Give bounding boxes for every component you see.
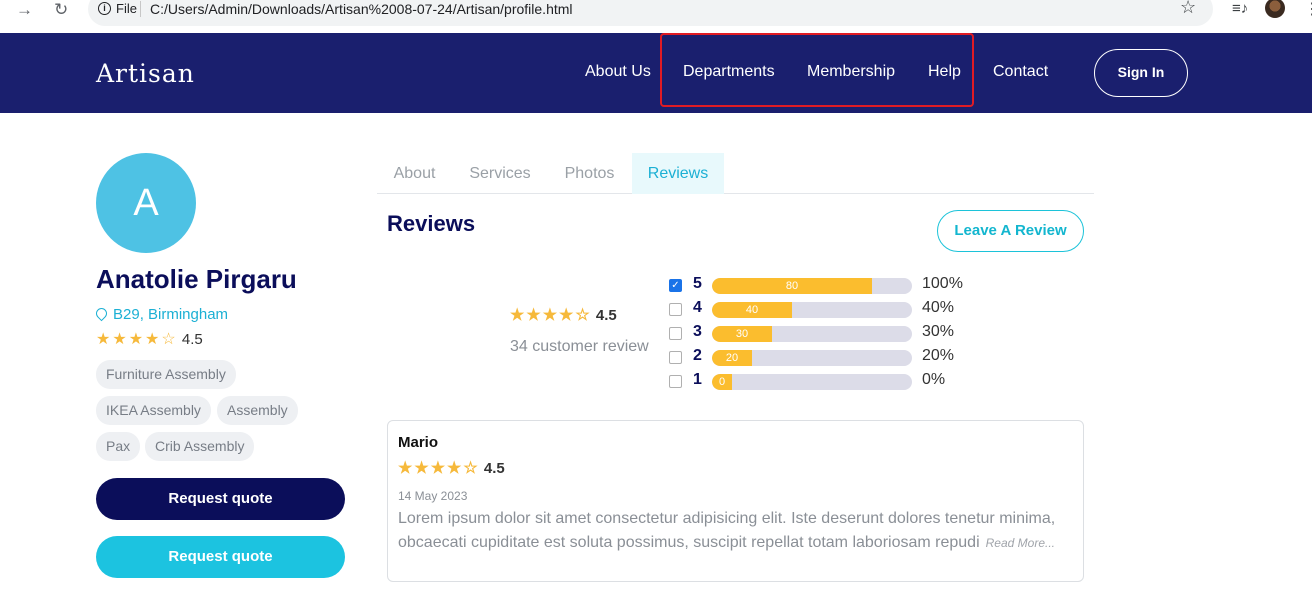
address-separator [140, 1, 141, 17]
skill-tag[interactable]: Assembly [217, 396, 298, 425]
rating-star-level: 3 [693, 323, 702, 340]
profile-rating: ★★★★☆ 4.5 [96, 329, 203, 349]
rating-filter-checkbox[interactable]: ✓ [669, 279, 682, 292]
tab-reviews[interactable]: Reviews [632, 153, 724, 194]
profile-location: B29, Birmingham [93, 305, 229, 323]
rating-bar-fill: 0 [712, 374, 732, 390]
average-rating: ★★★★☆ 4.5 [510, 305, 617, 325]
profile-rating-value: 4.5 [181, 331, 203, 348]
rating-bar-fill: 20 [712, 350, 752, 366]
reload-icon[interactable]: ↻ [54, 0, 68, 20]
info-icon[interactable]: i [98, 2, 111, 15]
menu-kebab-icon[interactable]: ⋮ [1304, 0, 1312, 19]
profile-tabs: About Services Photos Reviews [377, 153, 1094, 194]
rating-filter-checkbox[interactable] [669, 375, 682, 388]
star-rating-icon: ★★★★☆ [398, 460, 480, 477]
avatar: A [96, 153, 196, 253]
rating-bar-track: 30 [712, 326, 912, 342]
rating-percent: 30% [922, 323, 955, 340]
location-text: B29, Birmingham [113, 306, 229, 323]
rating-row: ✓ 5 80 100% [669, 275, 989, 295]
request-quote-button[interactable]: Request quote [96, 478, 345, 520]
rating-bar-fill: 80 [712, 278, 872, 294]
average-rating-value: 4.5 [595, 307, 617, 324]
browser-toolbar: → ↻ i File C:/Users/Admin/Downloads/Arti… [0, 0, 1312, 33]
bookmark-star-icon[interactable]: ☆ [1180, 0, 1196, 18]
rating-percent: 0% [922, 371, 946, 388]
rating-star-level: 5 [693, 275, 702, 292]
star-rating-icon: ★★★★☆ [510, 307, 592, 324]
tab-about[interactable]: About [377, 153, 452, 194]
rating-star-level: 1 [693, 371, 702, 388]
rating-bar-track: 40 [712, 302, 912, 318]
rating-star-level: 4 [693, 299, 702, 316]
tab-services[interactable]: Services [457, 153, 543, 194]
skill-tag[interactable]: Pax [96, 432, 141, 461]
sign-in-button[interactable]: Sign In [1094, 49, 1188, 97]
media-controls-icon[interactable]: ≡♪ [1232, 0, 1248, 17]
location-pin-icon [93, 305, 110, 322]
review-rating-value: 4.5 [483, 460, 505, 477]
rating-star-level: 2 [693, 347, 702, 364]
rating-bar-track: 20 [712, 350, 912, 366]
skill-tag[interactable]: Furniture Assembly [96, 360, 236, 389]
site-logo[interactable]: Artisan [96, 59, 195, 88]
site-header: Artisan About Us Departments Membership … [0, 33, 1312, 113]
profile-avatar-icon[interactable] [1265, 0, 1285, 18]
rating-row: 4 40 40% [669, 299, 989, 319]
rating-bar-track: 0 [712, 374, 912, 390]
review-text: Lorem ipsum dolor sit amet consectetur a… [398, 510, 1056, 551]
rating-percent: 100% [922, 275, 963, 292]
review-body: Lorem ipsum dolor sit amet consectetur a… [398, 507, 1070, 555]
rating-row: 3 30 30% [669, 323, 989, 343]
star-rating-icon: ★★★★☆ [96, 331, 178, 348]
rating-row: 2 20 20% [669, 347, 989, 367]
rating-bar-fill: 40 [712, 302, 792, 318]
skill-tag[interactable]: IKEA Assembly [96, 396, 211, 425]
request-quote-secondary-button[interactable]: Request quote [96, 536, 345, 578]
nav-about-us[interactable]: About Us [585, 63, 651, 81]
review-count: 34 customer review [510, 338, 649, 355]
review-rating: ★★★★☆ 4.5 [398, 458, 505, 478]
rating-bar-track: 80 [712, 278, 912, 294]
review-card: Mario ★★★★☆ 4.5 14 May 2023 Lorem ipsum … [387, 420, 1084, 582]
skill-tag[interactable]: Crib Assembly [145, 432, 255, 461]
rating-filter-checkbox[interactable] [669, 351, 682, 364]
reviews-heading: Reviews [387, 211, 476, 236]
nav-contact[interactable]: Contact [993, 63, 1048, 81]
url-text[interactable]: C:/Users/Admin/Downloads/Artisan%2008-07… [150, 1, 573, 17]
rating-filter-checkbox[interactable] [669, 327, 682, 340]
tab-photos[interactable]: Photos [552, 153, 627, 194]
rating-percent: 40% [922, 299, 955, 316]
rating-row: 1 0 0% [669, 371, 989, 391]
review-author: Mario [398, 434, 439, 451]
leave-review-button[interactable]: Leave A Review [937, 210, 1084, 252]
review-date: 14 May 2023 [398, 489, 468, 503]
nav-highlight-box [660, 33, 974, 107]
file-scheme-label: File [116, 1, 137, 16]
rating-percent: 20% [922, 347, 955, 364]
rating-bar-fill: 30 [712, 326, 772, 342]
read-more-link[interactable]: Read More... [986, 536, 1055, 550]
profile-name: Anatolie Pirgaru [96, 264, 297, 294]
forward-arrow-icon[interactable]: → [16, 0, 33, 20]
rating-filter-checkbox[interactable] [669, 303, 682, 316]
